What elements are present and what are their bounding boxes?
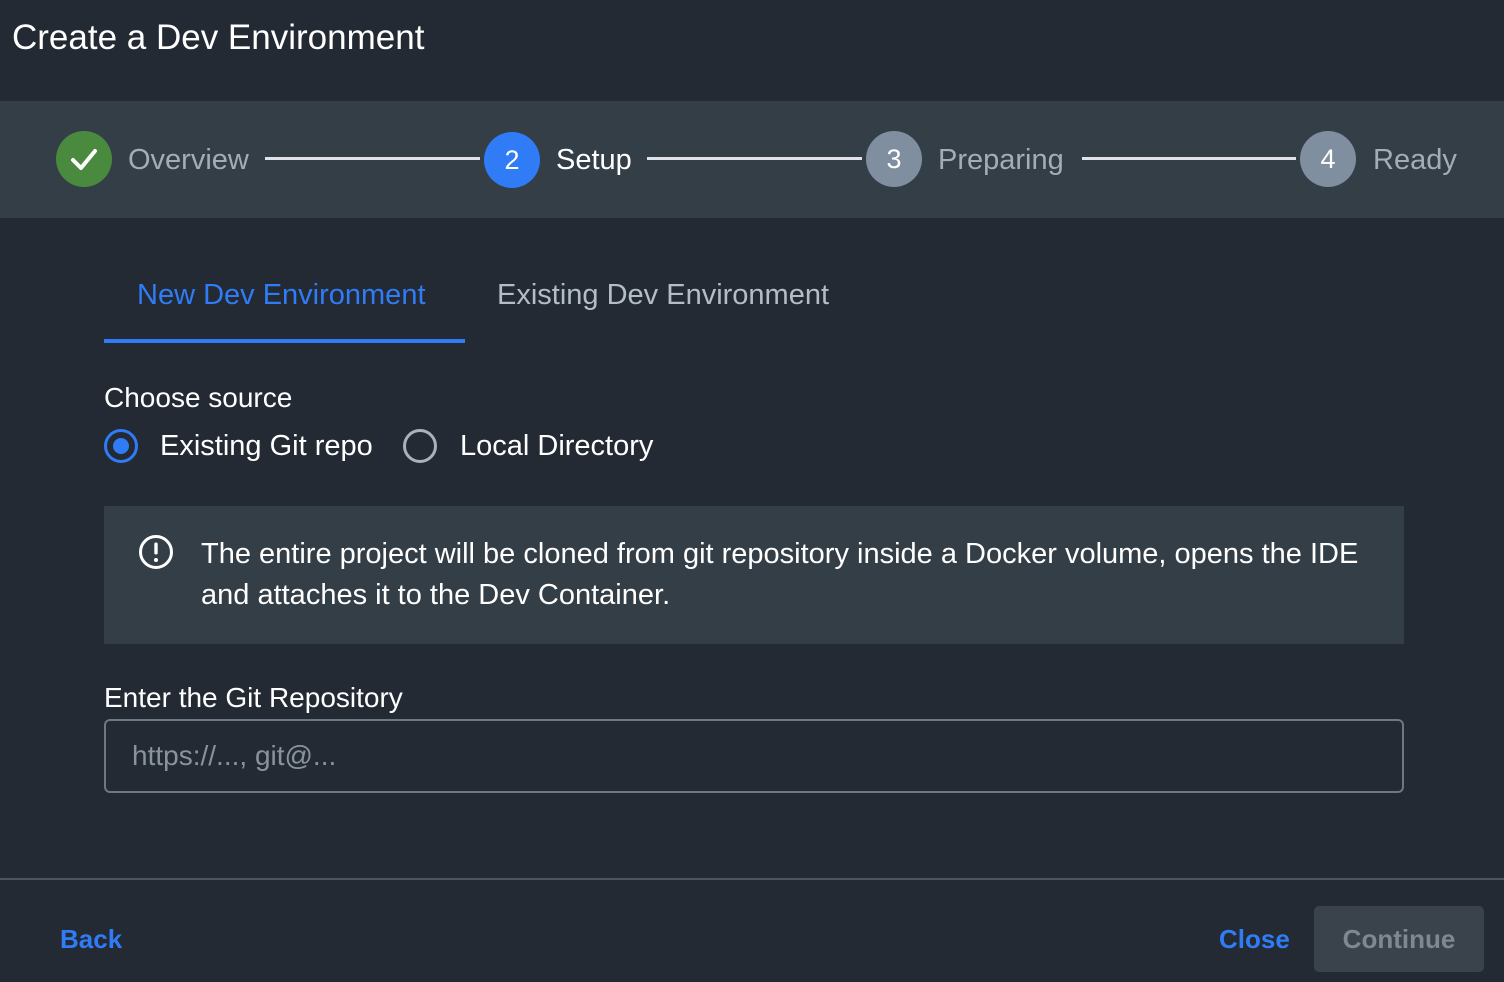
close-button[interactable]: Close [1219, 922, 1290, 956]
tab-existing-dev-environment[interactable]: Existing Dev Environment [497, 277, 829, 313]
info-banner: The entire project will be cloned from g… [104, 506, 1404, 644]
step-setup-circle: 2 [484, 132, 540, 188]
info-exclamation-icon [139, 535, 173, 569]
step-connector [265, 157, 480, 160]
footer-divider [0, 878, 1504, 880]
check-icon [71, 149, 97, 170]
git-repository-label: Enter the Git Repository [104, 682, 403, 713]
step-preparing-label: Preparing [938, 144, 1064, 176]
tab-new-dev-environment[interactable]: New Dev Environment [137, 277, 426, 313]
tab-selected-indicator [104, 339, 465, 343]
info-text: The entire project will be cloned from g… [201, 538, 1359, 611]
create-dev-environment-dialog: Create a Dev Environment Overview 2 Setu… [0, 0, 1504, 982]
back-button[interactable]: Back [60, 922, 122, 956]
step-connector [1082, 157, 1296, 160]
step-overview-circle [56, 131, 112, 187]
step-connector [647, 157, 862, 160]
step-preparing-circle: 3 [866, 131, 922, 187]
choose-source-label: Choose source [104, 382, 293, 413]
radio-existing-git-repo-label[interactable]: Existing Git repo [160, 428, 373, 464]
git-repository-input[interactable] [104, 719, 1404, 793]
step-ready-label: Ready [1373, 144, 1457, 176]
radio-local-directory[interactable] [403, 429, 437, 463]
radio-existing-git-repo[interactable] [104, 429, 138, 463]
step-ready-circle: 4 [1300, 131, 1356, 187]
step-setup-label: Setup [556, 144, 632, 176]
continue-button[interactable]: Continue [1314, 906, 1484, 972]
step-overview-label: Overview [128, 144, 249, 176]
dialog-title: Create a Dev Environment [12, 18, 425, 57]
radio-local-directory-label[interactable]: Local Directory [460, 428, 653, 464]
